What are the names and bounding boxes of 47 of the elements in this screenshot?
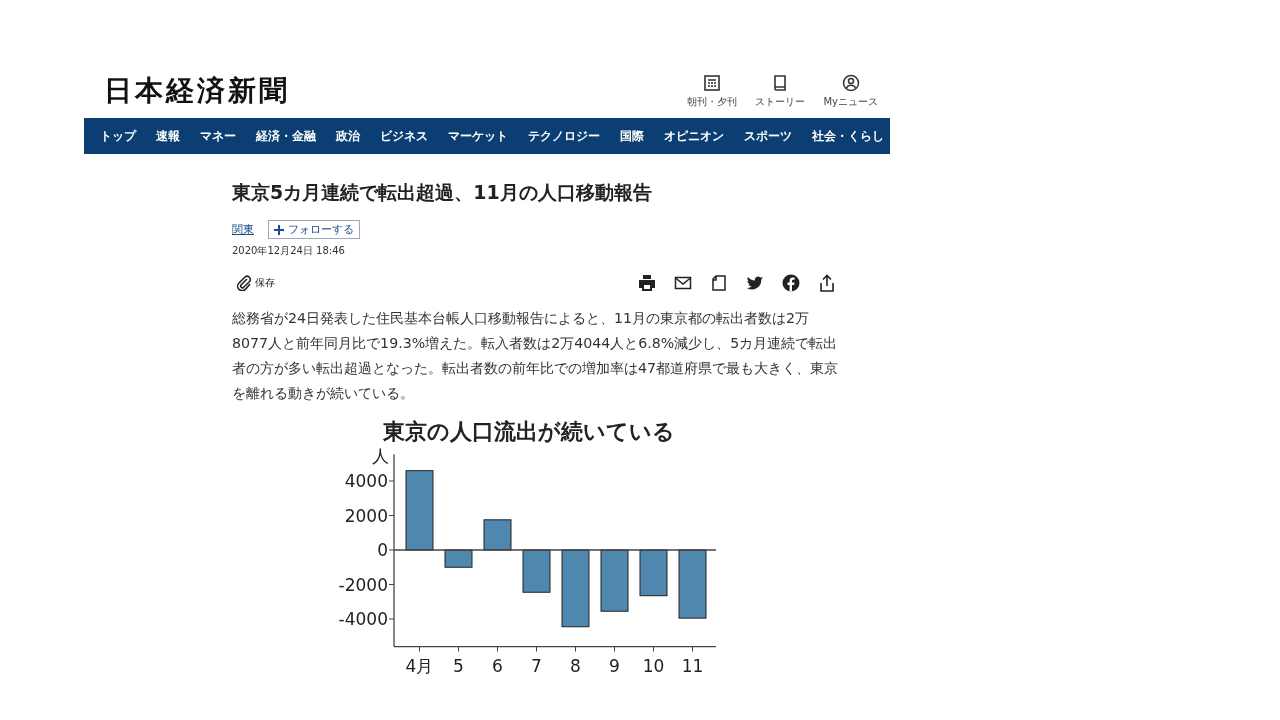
newspaper-logo[interactable]: 日本経済新聞	[104, 72, 290, 110]
nav-link[interactable]: ビジネス	[380, 127, 428, 145]
header-link[interactable]: ストーリー	[755, 73, 806, 109]
follow-button[interactable]: フォローする	[268, 220, 360, 239]
header-link[interactable]: Myニュース	[823, 73, 878, 109]
share-icon[interactable]	[818, 274, 836, 292]
save-button[interactable]: 保存	[232, 275, 275, 291]
y-tick-label: -2000	[338, 574, 388, 595]
nav-link[interactable]: 国際	[620, 127, 644, 145]
note-icon[interactable]	[710, 274, 728, 292]
article-paragraph: 総務省が24日発表した住民基本台帳人口移動報告によると、11月の東京都の転出者数は2万8077人と前年同月比で19.3%増えた。転入者数は2万4044人と6.8%減少し、5カ月連続で転出者の方が多い転出超過となった。転出者数の前年比での増加率は47都道府県で最も大きく、東京を離れる動きが続いている。	[232, 309, 840, 403]
plus-icon	[274, 224, 284, 235]
y-tick-label: 2000	[344, 505, 388, 526]
y-tick-label: -4000	[338, 609, 388, 629]
y-tick-label: 4000	[344, 471, 388, 491]
x-tick-label: 11	[681, 655, 704, 676]
publish-date: 2020年12月24日 18:46	[232, 244, 346, 258]
y-tick-label: 0	[377, 540, 388, 560]
facebook-icon[interactable]	[782, 274, 800, 292]
nav-link[interactable]: マネー	[200, 127, 236, 145]
x-tick-label: 6	[492, 655, 503, 676]
x-tick-label: 5	[453, 655, 464, 676]
x-tick-label: 4月	[405, 655, 434, 676]
y-axis-unit: 人	[372, 446, 389, 466]
nav-link[interactable]: テクノロジー	[528, 127, 600, 145]
nav-link[interactable]: オピニオン	[664, 127, 724, 145]
nav-link[interactable]: 政治	[336, 127, 360, 145]
nav-link[interactable]: 経済・金融	[256, 127, 316, 145]
topic-link[interactable]: 関東	[232, 222, 254, 237]
x-tick-label: 10	[642, 655, 665, 676]
newspaper-icon	[703, 73, 722, 92]
bird-icon[interactable]	[746, 274, 764, 292]
nav-link[interactable]: トップ	[100, 127, 136, 145]
x-tick-label: 9	[609, 655, 620, 676]
article-title: 東京5カ月連続で転出超過、11月の人口移動報告	[232, 180, 653, 205]
nav-link[interactable]: マーケット	[448, 127, 508, 145]
nav-link[interactable]: 速報	[156, 127, 180, 145]
chart-title: 東京の人口流出が続いている	[383, 419, 675, 444]
nav-link[interactable]: スポーツ	[744, 127, 792, 145]
paperclip-icon	[236, 275, 252, 291]
mail-icon[interactable]	[674, 274, 692, 292]
header-link[interactable]: 朝刊・夕刊	[687, 73, 738, 109]
nav-link[interactable]: 社会・くらし	[812, 127, 884, 145]
x-tick-label: 7	[531, 655, 542, 676]
print-icon[interactable]	[638, 274, 656, 292]
user-icon	[841, 73, 860, 92]
x-tick-label: 8	[570, 655, 581, 676]
